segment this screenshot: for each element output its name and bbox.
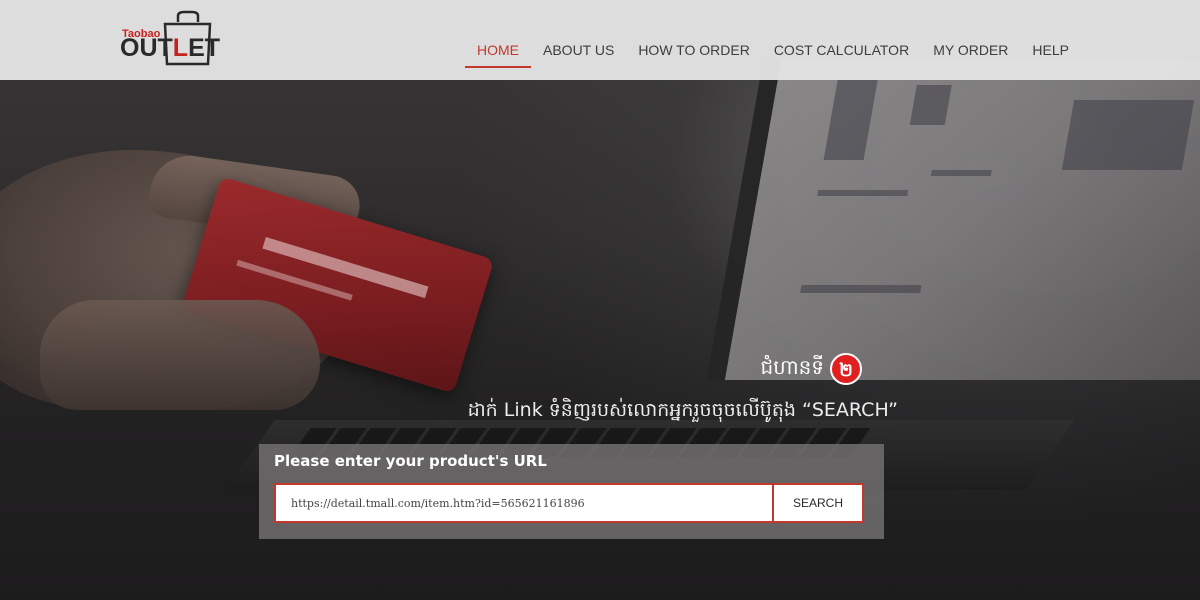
search-box: SEARCH <box>274 483 864 523</box>
site-header: Taobao OUTLET HOME ABOUT US HOW TO ORDER… <box>0 0 1200 80</box>
nav-item-home[interactable]: HOME <box>465 12 531 68</box>
product-url-input[interactable] <box>276 485 772 521</box>
search-panel: Please enter your product's URL SEARCH <box>259 444 884 539</box>
logo[interactable]: Taobao OUTLET <box>120 10 220 70</box>
nav-item-cost-calculator[interactable]: COST CALCULATOR <box>762 12 921 68</box>
search-label: Please enter your product's URL <box>274 452 547 470</box>
instruction-text: ដាក់ Link ទំនិញរបស់លោកអ្នករួចចុចលើប៊ូតុង… <box>467 399 898 421</box>
step-number-badge: ២ <box>830 353 862 385</box>
search-button[interactable]: SEARCH <box>772 485 862 521</box>
laptop-screen-image <box>706 60 1200 380</box>
nav-item-about-us[interactable]: ABOUT US <box>531 12 626 68</box>
nav-item-help[interactable]: HELP <box>1020 12 1081 68</box>
nav-item-how-to-order[interactable]: HOW TO ORDER <box>626 12 762 68</box>
nav-item-my-order[interactable]: MY ORDER <box>921 12 1020 68</box>
step-heading: ជំហានទី២ <box>0 353 1200 385</box>
step-text: ជំហានទី <box>760 355 824 379</box>
logo-big-text: OUTLET <box>120 34 221 62</box>
main-nav: HOME ABOUT US HOW TO ORDER COST CALCULAT… <box>465 0 1081 80</box>
